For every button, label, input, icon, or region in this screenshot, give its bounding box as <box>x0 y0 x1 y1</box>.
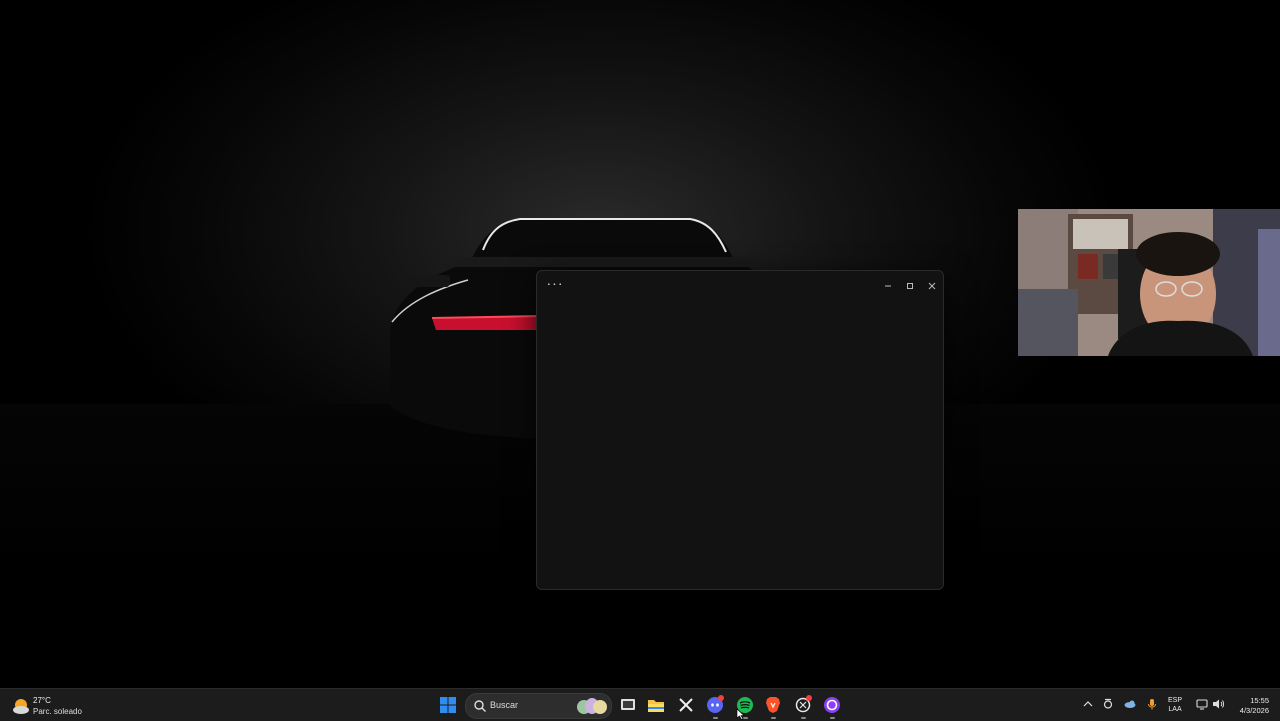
taskbar-search-box[interactable]: Buscar <box>465 693 612 719</box>
app-purple-icon <box>824 697 840 713</box>
clock-date: 4/3/2026 <box>1239 706 1269 715</box>
weather-description: Parc. soleado <box>33 707 82 716</box>
running-indicator <box>801 717 806 719</box>
volume-icon[interactable] <box>1211 697 1225 711</box>
brave-icon <box>766 697 780 713</box>
maximize-button[interactable] <box>900 277 920 295</box>
chatgpt-app-button[interactable] <box>792 694 814 719</box>
capcut-icon[interactable] <box>675 694 697 716</box>
weather-widget[interactable]: 27°C Parc. soleado <box>12 694 102 718</box>
weather-temperature: 27°C <box>33 696 51 705</box>
webcam-overlay <box>1018 209 1280 356</box>
input-language-indicator[interactable]: ESP LAA <box>1168 696 1182 714</box>
onedrive-icon[interactable] <box>1123 697 1137 711</box>
webcam-video <box>1018 209 1280 356</box>
search-highlight-decoration-icon <box>577 698 607 714</box>
running-indicator <box>830 717 835 719</box>
keyboard-layout: LAA <box>1168 706 1182 713</box>
window-titlebar[interactable]: ··· <box>537 271 943 301</box>
chatgpt-icon <box>795 695 812 713</box>
mouse-cursor-icon <box>736 709 745 720</box>
close-button[interactable] <box>922 277 942 295</box>
minimize-button[interactable] <box>878 277 898 295</box>
discord-app-button[interactable] <box>704 694 726 719</box>
minimize-icon <box>885 285 891 287</box>
app-window[interactable]: ··· <box>536 270 944 590</box>
search-placeholder: Buscar <box>490 700 519 710</box>
running-indicator <box>713 717 718 719</box>
meet-now-icon[interactable] <box>1101 697 1115 711</box>
more-options-button[interactable]: ··· <box>545 276 565 293</box>
discord-icon <box>707 695 724 713</box>
file-explorer-icon[interactable] <box>645 694 667 716</box>
system-clock[interactable]: 15:55 4/3/2026 <box>1229 696 1269 716</box>
close-icon <box>928 282 936 290</box>
partly-sunny-icon <box>13 699 29 714</box>
microphone-icon[interactable] <box>1145 697 1159 711</box>
chevron-up-icon[interactable] <box>1081 697 1095 711</box>
taskbar: 27°C Parc. soleado Buscar ESP LAA 15:55 … <box>0 688 1280 721</box>
clock-time: 15:55 <box>1250 696 1269 705</box>
network-icon[interactable] <box>1195 697 1209 711</box>
search-icon <box>474 700 486 712</box>
brave-app-button[interactable] <box>762 694 784 719</box>
language-code: ESP <box>1168 697 1183 704</box>
task-view-icon[interactable] <box>617 694 639 716</box>
running-indicator <box>771 717 776 719</box>
windows-start-icon[interactable] <box>437 694 459 716</box>
maximize-icon <box>907 283 913 289</box>
purple-app-button[interactable] <box>821 694 843 719</box>
